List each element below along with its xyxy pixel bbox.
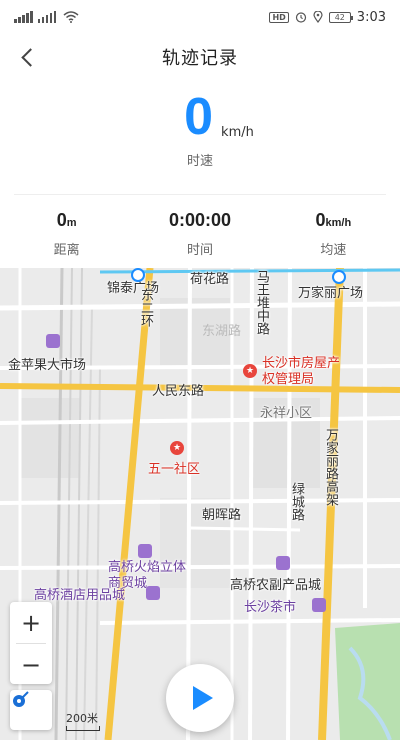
play-icon: [192, 686, 213, 710]
tea-market-icon: [312, 598, 326, 612]
back-button[interactable]: [10, 40, 44, 74]
stat-time: 0:00:00 时间: [133, 210, 266, 260]
divider: [14, 194, 386, 195]
time-label: 时间: [186, 243, 213, 258]
location-icon: [313, 11, 323, 23]
signal-icon-2: [37, 11, 56, 23]
avg-speed-label: 均速: [320, 243, 347, 258]
label-yongxiang-community: 永祥小区: [260, 406, 313, 421]
wifi-icon: [63, 11, 79, 23]
speed-unit: km/h: [221, 125, 254, 140]
zoom-out-button[interactable]: −: [10, 644, 52, 685]
label-jinpingguo-market: 金苹果大市场: [8, 358, 87, 373]
hotel-mall-icon: [146, 586, 160, 600]
map-view[interactable]: 荷花路 锦泰广场 东二环 马王堆中路 万家丽广场 东湖路 金苹果大市场 ★ 长沙…: [0, 268, 400, 740]
distance-label: 距离: [53, 243, 80, 258]
market-icon: [276, 556, 290, 570]
stat-avg-speed: 0km/h 均速: [267, 210, 400, 260]
metro-icon: [131, 268, 145, 282]
status-right: HD 42 3:03: [269, 10, 386, 25]
label-wanjiali-plaza: 万家丽广场: [298, 286, 364, 301]
scale-bar: [66, 726, 100, 731]
status-bar: HD 42 3:03: [0, 0, 400, 34]
label-gaoqiao-farm-market: 高桥农副产品城: [230, 578, 322, 593]
time-value: 0:00:00: [168, 210, 232, 230]
distance-unit: m: [66, 217, 77, 229]
label-hehua-road: 荷花路: [190, 272, 230, 287]
speed-label: 时速: [186, 154, 213, 169]
label-renmin-east-road: 人民东路: [152, 384, 205, 399]
label-mawangdui-road: 马王堆中路: [254, 270, 269, 335]
locate-icon: [13, 691, 29, 707]
label-lvcheng-road: 绿城路: [289, 482, 304, 521]
locate-button[interactable]: [10, 690, 52, 730]
label-changsha-tea-market: 长沙茶市: [244, 600, 297, 615]
hd-badge: HD: [269, 11, 289, 23]
zoom-in-button[interactable]: +: [10, 602, 52, 643]
avg-speed-value: 0: [315, 210, 326, 230]
signal-icon: [14, 11, 33, 23]
battery-icon: 42: [328, 11, 353, 23]
community-icon: ★: [170, 441, 184, 455]
map-scale: 200米: [66, 710, 100, 731]
avg-speed-unit: km/h: [325, 217, 352, 229]
header: 轨迹记录: [0, 34, 400, 80]
metro-icon-2: [332, 270, 346, 284]
label-faint-road: 东湖路: [202, 324, 242, 339]
scale-label: 200米: [66, 712, 98, 725]
label-wuyi-community: 五一社区: [148, 462, 201, 477]
distance-value: 0: [56, 210, 67, 230]
mall-icon: [138, 544, 152, 558]
zoom-control: + −: [10, 602, 52, 684]
gov-icon: ★: [243, 364, 257, 378]
start-tracking-button[interactable]: [166, 664, 234, 732]
label-wanjiali-road: 万家丽路高架: [323, 428, 338, 506]
page-title: 轨迹记录: [162, 48, 238, 69]
current-speed: 0 km/h 时速: [0, 88, 400, 178]
label-dongerhuan: 东二环: [138, 288, 153, 327]
label-gaoqiao-hotel-mall: 高桥酒店用品城: [34, 588, 126, 603]
status-time: 3:03: [356, 9, 386, 25]
alarm-icon: [295, 12, 306, 23]
label-chaohui-road: 朝晖路: [202, 508, 242, 523]
stats-row: 0m 距离 0:00:00 时间 0km/h 均速: [0, 210, 400, 260]
stat-distance: 0m 距离: [0, 210, 133, 260]
chevron-left-icon: [20, 47, 40, 67]
shop-icon: [46, 334, 60, 348]
status-left: [14, 11, 79, 23]
label-changsha-house-bureau: 长沙市房屋产权管理局: [262, 356, 341, 387]
speed-value: 0: [184, 88, 214, 146]
